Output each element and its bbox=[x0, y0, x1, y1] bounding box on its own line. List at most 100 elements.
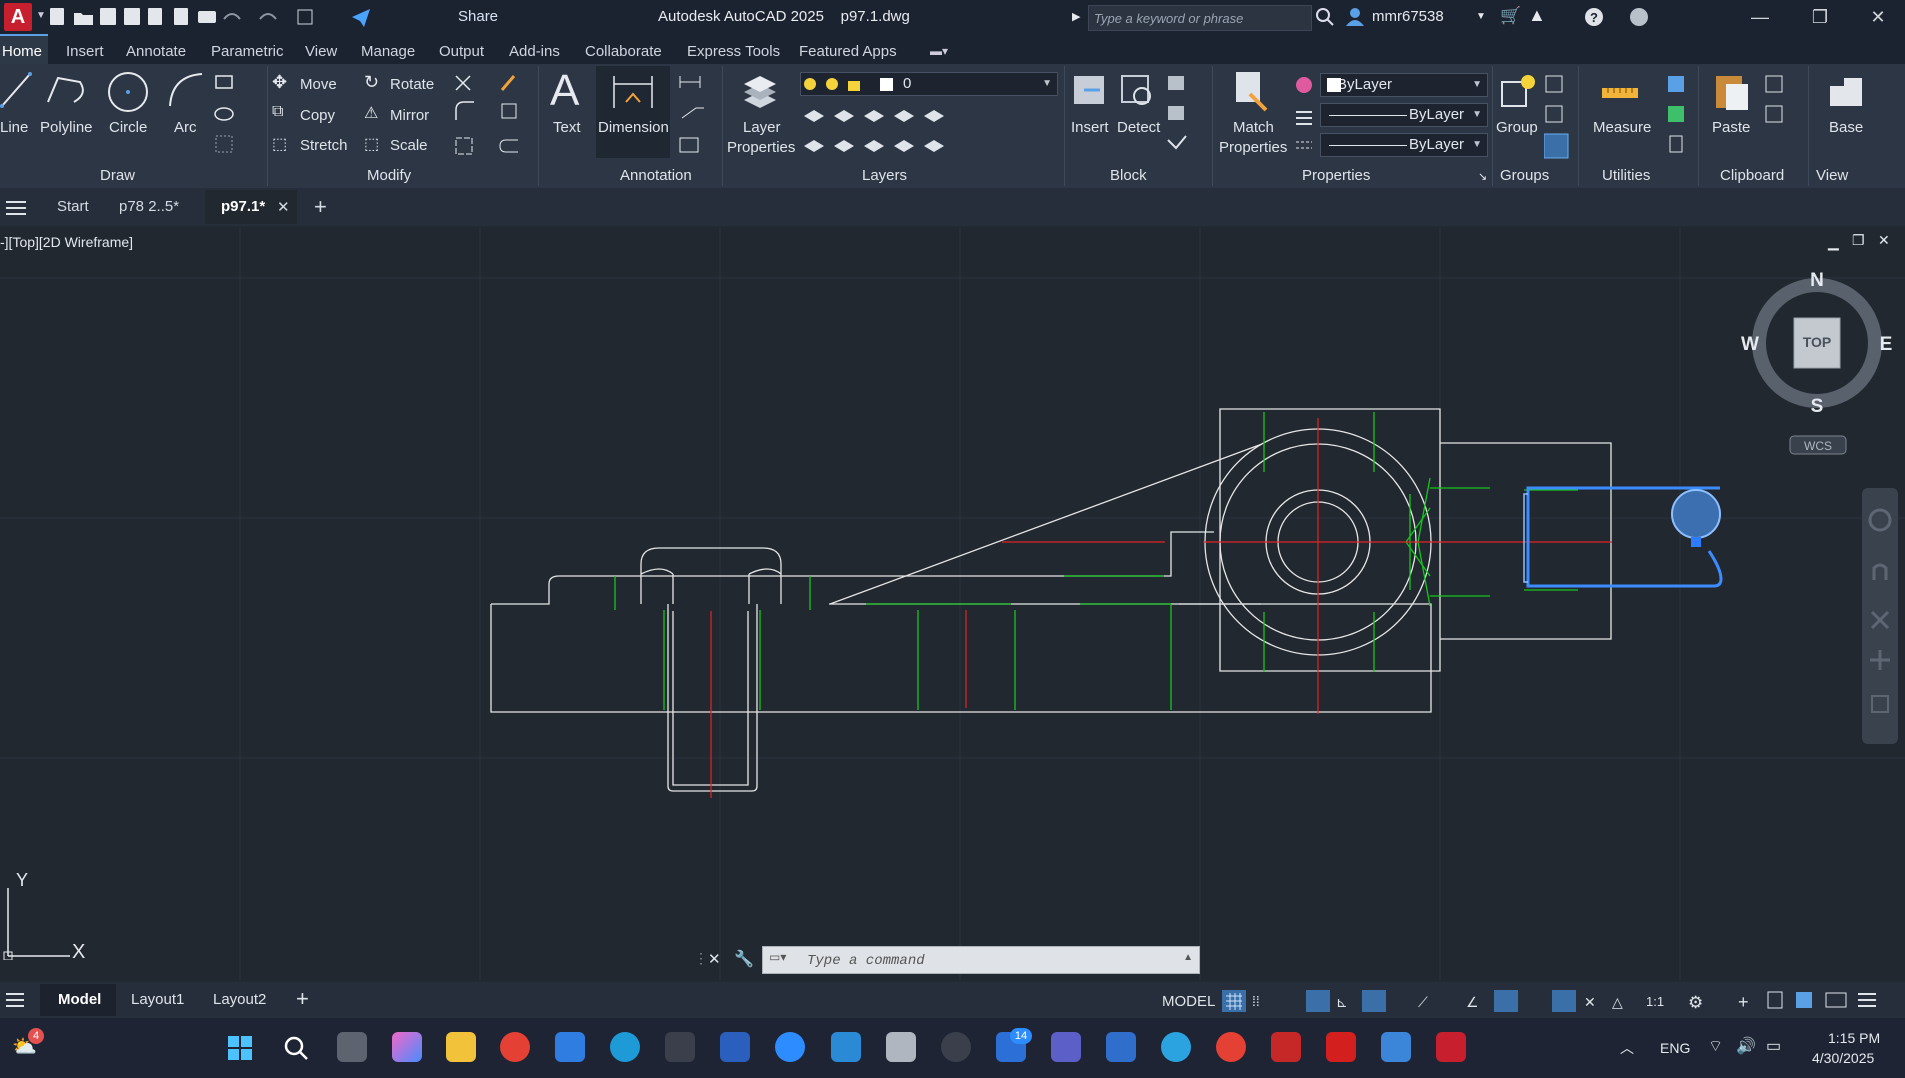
windows-start-icon[interactable] bbox=[226, 1034, 254, 1062]
tab-manage[interactable]: Manage bbox=[361, 43, 415, 60]
help-icon[interactable]: ? bbox=[1583, 6, 1605, 28]
chrome-icon[interactable] bbox=[500, 1032, 530, 1062]
clipboard-small-tools[interactable] bbox=[1764, 74, 1794, 130]
layer-properties-label-1[interactable]: Layer bbox=[743, 119, 781, 136]
tab-collaborate[interactable]: Collaborate bbox=[585, 43, 662, 60]
rotate-button[interactable]: Rotate bbox=[390, 76, 434, 93]
user-name[interactable]: mmr67538 bbox=[1372, 8, 1444, 25]
command-input[interactable] bbox=[805, 951, 1169, 971]
insert-button[interactable]: Insert bbox=[1071, 119, 1109, 136]
clock-date[interactable]: 4/30/2025 bbox=[1812, 1050, 1874, 1066]
stretch-icon[interactable]: ⬚ bbox=[272, 134, 287, 154]
paste-button[interactable]: Paste bbox=[1712, 119, 1750, 136]
copy-icon[interactable]: ⧉ bbox=[272, 103, 283, 121]
dimension-icon[interactable] bbox=[610, 72, 656, 112]
tab-annotate[interactable]: Annotate bbox=[126, 43, 186, 60]
store-icon[interactable] bbox=[555, 1032, 585, 1062]
file-tab-start[interactable]: Start bbox=[57, 198, 89, 215]
status-toggles[interactable]: ⁞⁞ ⊾ ⟋ ∠ ✕ △ 1:1 ⚙ + bbox=[1222, 988, 1882, 1014]
group-icon[interactable] bbox=[1498, 70, 1542, 114]
cart-icon[interactable]: 🛒 bbox=[1500, 6, 1521, 26]
scale-icon[interactable]: ⬚ bbox=[364, 134, 379, 154]
close-command-icon[interactable]: ✕ bbox=[708, 950, 721, 968]
arc-button[interactable]: Arc bbox=[174, 119, 197, 136]
app-menu-chevron-icon[interactable]: ▼ bbox=[36, 10, 46, 21]
share-button[interactable]: Share bbox=[458, 8, 498, 25]
dimension-button[interactable]: Dimension bbox=[598, 119, 669, 136]
tab-output[interactable]: Output bbox=[439, 43, 484, 60]
viewport-restore-icon[interactable]: ❐ bbox=[1852, 232, 1865, 249]
scale-button[interactable]: Scale bbox=[390, 137, 428, 154]
measure-button[interactable]: Measure bbox=[1593, 119, 1651, 136]
minimize-button[interactable]: — bbox=[1740, 4, 1780, 30]
block-small-tools[interactable] bbox=[1166, 74, 1192, 158]
close-button[interactable]: ✕ bbox=[1858, 4, 1898, 30]
ribbon-display-toggle-icon[interactable]: ▬▾ bbox=[930, 44, 948, 58]
layers-panel-title[interactable]: Layers bbox=[862, 167, 907, 184]
model-space-button[interactable]: MODEL bbox=[1162, 993, 1215, 1010]
autocad-logo-icon[interactable]: A bbox=[4, 3, 32, 31]
line-button[interactable]: Line bbox=[0, 119, 28, 136]
new-layout-icon[interactable]: + bbox=[296, 986, 309, 1012]
search-icon[interactable] bbox=[1314, 6, 1336, 28]
acrobat-icon[interactable] bbox=[1271, 1032, 1301, 1062]
tab-view[interactable]: View bbox=[305, 43, 337, 60]
annotation-panel-title[interactable]: Annotation bbox=[620, 167, 692, 184]
telegram-icon[interactable] bbox=[1161, 1032, 1191, 1062]
viewport-close-icon[interactable]: ✕ bbox=[1878, 232, 1890, 249]
modify-panel-title[interactable]: Modify bbox=[367, 167, 411, 184]
copy-button[interactable]: Copy bbox=[300, 107, 335, 124]
taskbar-search-icon[interactable] bbox=[282, 1034, 310, 1062]
draw-small-tools[interactable] bbox=[214, 74, 254, 158]
color-dropdown[interactable]: ByLayer ▼ bbox=[1320, 73, 1488, 97]
bird-app-icon[interactable] bbox=[1106, 1032, 1136, 1062]
zoom-icon[interactable] bbox=[775, 1032, 805, 1062]
lineweight-dropdown[interactable]: ByLayer ▼ bbox=[1320, 133, 1488, 157]
clock-time[interactable]: 1:15 PM bbox=[1828, 1030, 1880, 1046]
battery-icon[interactable]: ▭ bbox=[1766, 1036, 1781, 1056]
customize-wrench-icon[interactable]: 🔧 bbox=[734, 949, 754, 969]
modify-small-tools[interactable] bbox=[452, 72, 532, 158]
stretch-button[interactable]: Stretch bbox=[300, 137, 348, 154]
rotate-icon[interactable]: ↻ bbox=[364, 72, 379, 93]
move-button[interactable]: Move bbox=[300, 76, 337, 93]
measure-icon[interactable] bbox=[1600, 80, 1640, 104]
layout-menu-icon[interactable] bbox=[6, 992, 28, 1008]
circle-button[interactable]: Circle bbox=[109, 119, 147, 136]
expand-arrow-icon[interactable]: ▶ bbox=[1072, 10, 1080, 23]
autocad-taskbar-icon[interactable] bbox=[1436, 1032, 1466, 1062]
chrome-profile-icon[interactable] bbox=[1216, 1032, 1246, 1062]
polyline-button[interactable]: Polyline bbox=[40, 119, 93, 136]
autodesk-a-icon[interactable]: ▲ bbox=[1528, 5, 1546, 26]
block-panel-title[interactable]: Block bbox=[1110, 167, 1147, 184]
paste-icon[interactable] bbox=[1712, 70, 1752, 114]
photos-icon[interactable] bbox=[1381, 1032, 1411, 1062]
tab-featured-apps[interactable]: Featured Apps bbox=[799, 43, 897, 60]
utilities-panel-title[interactable]: Utilities bbox=[1602, 167, 1650, 184]
panel-launcher-icon[interactable]: ↘ bbox=[1478, 170, 1487, 183]
file-explorer-icon[interactable] bbox=[446, 1032, 476, 1062]
layout-tab-layout1[interactable]: Layout1 bbox=[131, 991, 184, 1008]
teams-icon[interactable] bbox=[1051, 1032, 1081, 1062]
group-button[interactable]: Group bbox=[1496, 119, 1538, 136]
match-properties-label-2[interactable]: Properties bbox=[1219, 139, 1287, 156]
layer-properties-icon[interactable] bbox=[740, 70, 780, 114]
circle-icon[interactable] bbox=[106, 70, 150, 114]
layer-properties-label-2[interactable]: Properties bbox=[727, 139, 795, 156]
match-properties-label-1[interactable]: Match bbox=[1233, 119, 1274, 136]
copilot-icon[interactable] bbox=[392, 1032, 422, 1062]
file-tab-p78[interactable]: p78 2..5* bbox=[119, 198, 179, 215]
move-icon[interactable]: ✥ bbox=[272, 72, 287, 93]
detect-icon[interactable] bbox=[1118, 70, 1158, 114]
command-prompt-icon[interactable]: ▭▾ bbox=[769, 950, 786, 964]
layer-state-icons[interactable] bbox=[802, 75, 898, 93]
help-search-input[interactable] bbox=[1089, 6, 1311, 30]
utilities-small-tools[interactable] bbox=[1666, 74, 1690, 160]
cloud-icon[interactable] bbox=[1628, 6, 1650, 28]
properties-panel-title[interactable]: Properties bbox=[1302, 167, 1370, 184]
chatgpt-icon[interactable] bbox=[941, 1032, 971, 1062]
clipboard-panel-title[interactable]: Clipboard bbox=[1720, 167, 1784, 184]
mirror-icon[interactable]: ⚠ bbox=[364, 103, 378, 123]
user-dropdown-icon[interactable]: ▼ bbox=[1476, 11, 1486, 22]
match-properties-icon[interactable] bbox=[1232, 70, 1272, 114]
